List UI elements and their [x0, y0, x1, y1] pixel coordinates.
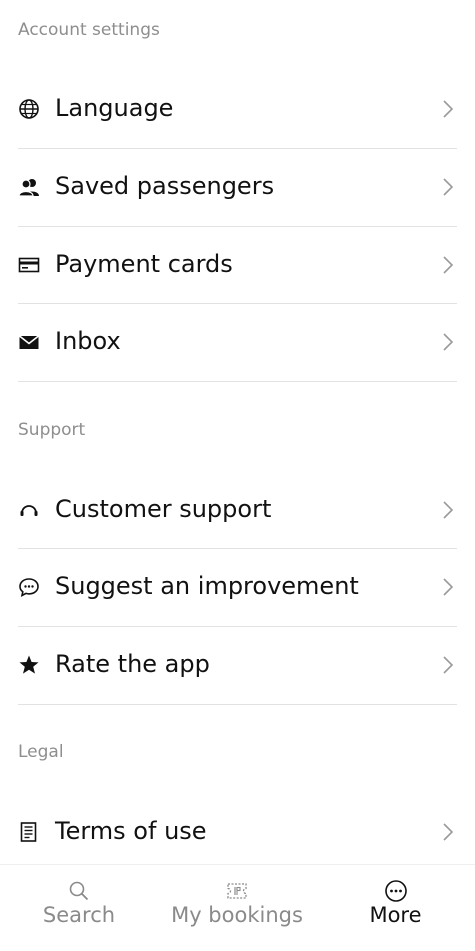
divider: [18, 148, 457, 149]
divider: [18, 704, 457, 705]
settings-row-label: Inbox: [55, 327, 121, 355]
nav-label: More: [369, 903, 422, 927]
settings-row-label: Language: [55, 94, 174, 122]
chevron-right-icon: [441, 254, 455, 276]
settings-row-label: Payment cards: [55, 250, 233, 278]
section-header-legal: Legal: [18, 742, 64, 762]
nav-label: Search: [42, 903, 116, 927]
settings-row-label: Suggest an improvement: [55, 572, 359, 600]
section-header-account-settings: Account settings: [18, 20, 160, 40]
settings-row-suggest-improvement[interactable]: Suggest an improvement: [0, 550, 475, 626]
divider: [18, 548, 457, 549]
chat-bubble-icon: [18, 576, 40, 598]
divider: [18, 226, 457, 227]
settings-row-payment-cards[interactable]: Payment cards: [0, 228, 475, 304]
settings-row-terms-of-use[interactable]: Terms of use: [0, 795, 475, 871]
chevron-right-icon: [441, 176, 455, 198]
search-icon: [67, 879, 91, 903]
chevron-right-icon: [441, 331, 455, 353]
ticket-icon: [225, 879, 249, 903]
nav-item-more[interactable]: More: [316, 865, 475, 951]
settings-row-label: Terms of use: [55, 817, 207, 845]
chevron-right-icon: [441, 499, 455, 521]
settings-row-label: Customer support: [55, 495, 272, 523]
bottom-nav: Search My bookings More: [0, 864, 475, 951]
nav-item-search[interactable]: Search: [0, 865, 158, 951]
document-icon: [18, 821, 40, 843]
chevron-right-icon: [441, 98, 455, 120]
star-icon: [18, 654, 40, 676]
settings-row-rate-app[interactable]: Rate the app: [0, 628, 475, 704]
headset-icon: [18, 499, 40, 521]
settings-row-inbox[interactable]: Inbox: [0, 305, 475, 381]
section-header-support: Support: [18, 420, 86, 440]
chevron-right-icon: [441, 654, 455, 676]
settings-row-label: Rate the app: [55, 650, 210, 678]
settings-row-saved-passengers[interactable]: Saved passengers: [0, 150, 475, 226]
globe-icon: [18, 98, 40, 120]
divider: [18, 381, 457, 382]
credit-card-icon: [18, 254, 40, 276]
settings-row-customer-support[interactable]: Customer support: [0, 473, 475, 549]
more-dots-icon: [384, 879, 408, 903]
nav-item-my-bookings[interactable]: My bookings: [158, 865, 316, 951]
divider: [18, 626, 457, 627]
settings-row-label: Saved passengers: [55, 172, 275, 200]
envelope-icon: [18, 331, 40, 353]
chevron-right-icon: [441, 576, 455, 598]
divider: [18, 303, 457, 304]
passengers-icon: [18, 176, 40, 198]
settings-row-language[interactable]: Language: [0, 72, 475, 148]
nav-label: My bookings: [171, 903, 303, 927]
chevron-right-icon: [441, 821, 455, 843]
